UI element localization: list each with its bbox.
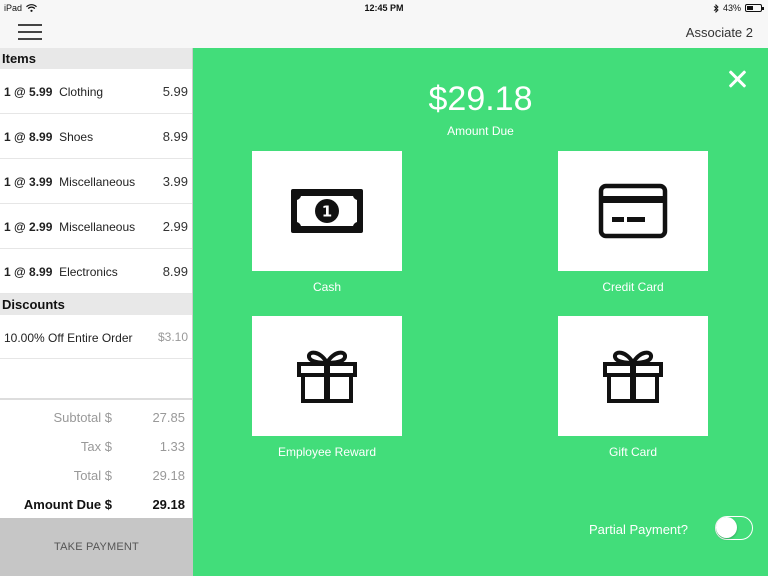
order-panel: Items 1 @ 5.99 Clothing 5.99 1 @ 8.99 Sh… — [0, 48, 193, 576]
item-name: Clothing — [59, 85, 104, 99]
bluetooth-icon — [713, 3, 719, 13]
amount-due-value: 29.18 — [152, 497, 185, 512]
cash-icon: 1 — [291, 189, 363, 233]
battery-percent: 43% — [722, 3, 741, 13]
item-qty-price: 1 @ 8.99 — [4, 265, 53, 279]
item-description: 1 @ 8.99 Shoes — [4, 130, 93, 144]
payment-panel: $29.18 Amount Due 1 Cash Credit Card Emp… — [193, 48, 768, 576]
item-qty-price: 1 @ 5.99 — [4, 85, 53, 99]
payment-amount-label: Amount Due — [447, 124, 514, 138]
item-qty-price: 1 @ 3.99 — [4, 175, 53, 189]
totals-section: Subtotal $ 27.85 Tax $ 1.33 Total $ 29.1… — [0, 398, 192, 518]
credit-card-icon — [598, 183, 668, 239]
tax-label: Tax $ — [80, 439, 112, 454]
item-price: 8.99 — [162, 264, 188, 279]
discounts-header: Discounts — [0, 294, 192, 315]
discount-amount: $3.10 — [157, 330, 188, 344]
gift-card-button[interactable] — [558, 316, 708, 436]
item-price: 8.99 — [162, 129, 188, 144]
toggle-knob — [716, 517, 737, 538]
subtotal-row: Subtotal $ 27.85 — [0, 410, 192, 430]
battery-icon — [745, 4, 764, 12]
cash-label: Cash — [312, 280, 341, 294]
status-time: 12:45 PM — [364, 3, 404, 13]
tax-value: 1.33 — [159, 439, 185, 454]
partial-payment-toggle[interactable] — [715, 516, 753, 540]
discount-name: 10.00% Off Entire Order — [4, 331, 133, 345]
gift-icon — [297, 350, 357, 403]
item-qty-price: 1 @ 2.99 — [4, 220, 53, 234]
item-name: Electronics — [59, 265, 118, 279]
tax-row: Tax $ 1.33 — [0, 439, 192, 459]
amount-due-label: Amount Due $ — [23, 497, 112, 512]
item-description: 1 @ 5.99 Clothing — [4, 85, 103, 99]
take-payment-button[interactable]: TAKE PAYMENT — [0, 518, 193, 576]
subtotal-label: Subtotal $ — [53, 410, 112, 425]
total-row: Total $ 29.18 — [0, 468, 192, 488]
item-price: 2.99 — [162, 219, 188, 234]
hamburger-menu-icon[interactable] — [18, 22, 42, 42]
item-description: 1 @ 8.99 Electronics — [4, 265, 118, 279]
hamburger-line — [18, 24, 42, 26]
item-description: 1 @ 3.99 Miscellaneous — [4, 175, 135, 189]
gift-icon — [603, 350, 663, 403]
discount-row[interactable]: 10.00% Off Entire Order $3.10 — [0, 315, 192, 359]
status-bar: iPad 12:45 PM 43% — [0, 0, 768, 16]
nav-bar: Associate 2 — [0, 16, 768, 48]
cash-button[interactable]: 1 — [252, 151, 402, 271]
employee-reward-button[interactable] — [252, 316, 402, 436]
status-right: 43% — [713, 3, 764, 13]
items-header: Items — [0, 48, 192, 69]
credit-card-button[interactable] — [558, 151, 708, 271]
partial-payment-label: Partial Payment? — [589, 522, 688, 537]
hamburger-line — [18, 31, 42, 33]
subtotal-value: 27.85 — [152, 410, 185, 425]
item-qty-price: 1 @ 8.99 — [4, 130, 53, 144]
item-price: 5.99 — [162, 84, 188, 99]
battery-fill — [747, 6, 753, 10]
total-value: 29.18 — [152, 468, 185, 483]
item-description: 1 @ 2.99 Miscellaneous — [4, 220, 135, 234]
item-name: Miscellaneous — [59, 175, 136, 189]
payment-amount: $29.18 — [428, 80, 533, 118]
total-label: Total $ — [73, 468, 112, 483]
item-row[interactable]: 1 @ 2.99 Miscellaneous 2.99 — [0, 204, 192, 249]
item-row[interactable]: 1 @ 3.99 Miscellaneous 3.99 — [0, 159, 192, 204]
item-name: Shoes — [59, 130, 94, 144]
item-price: 3.99 — [162, 174, 188, 189]
item-row[interactable]: 1 @ 8.99 Shoes 8.99 — [0, 114, 192, 159]
item-name: Miscellaneous — [59, 220, 136, 234]
item-row[interactable]: 1 @ 5.99 Clothing 5.99 — [0, 69, 192, 114]
item-row[interactable]: 1 @ 8.99 Electronics 8.99 — [0, 249, 192, 294]
gift-card-label: Gift Card — [608, 445, 657, 459]
employee-reward-label: Employee Reward — [277, 445, 377, 459]
associate-name[interactable]: Associate 2 — [686, 25, 753, 40]
hamburger-line — [18, 38, 42, 40]
amount-due-row: Amount Due $ 29.18 — [0, 497, 192, 517]
svg-text:1: 1 — [322, 203, 332, 221]
credit-card-label: Credit Card — [602, 280, 664, 294]
